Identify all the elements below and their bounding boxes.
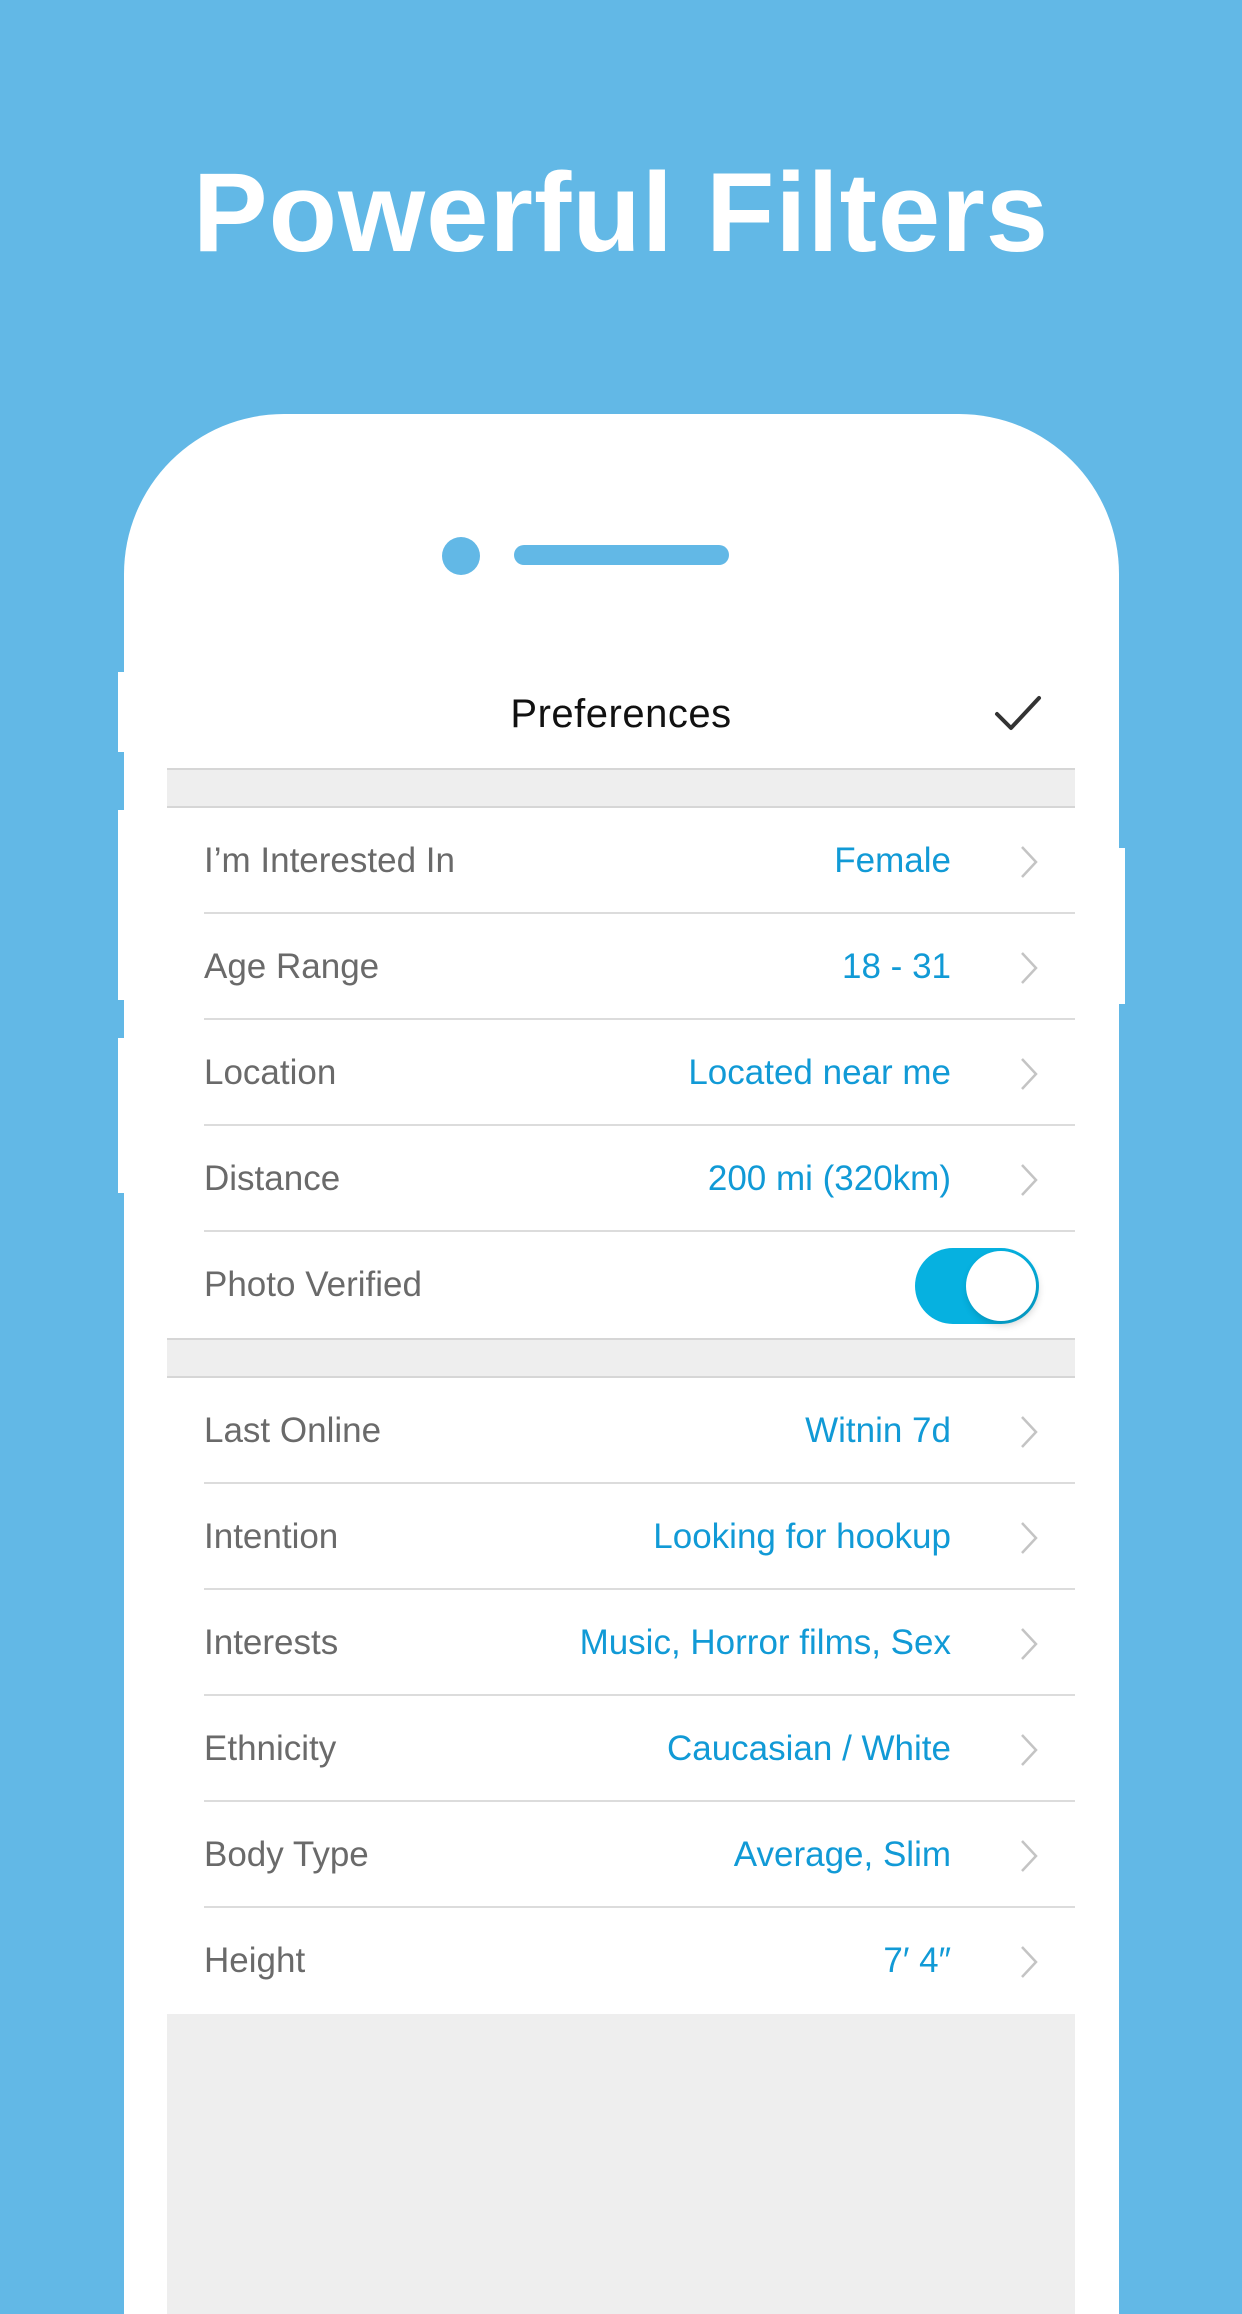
row-label: Location	[204, 1053, 337, 1092]
phone-camera	[442, 537, 480, 575]
row-value: Looking for hookup	[653, 1517, 951, 1556]
row-value: Located near me	[688, 1053, 951, 1092]
filters-section-1: I’m Interested In Female Age Range 18 - …	[167, 808, 1075, 1338]
row-value: Music, Horror films, Sex	[579, 1623, 951, 1662]
row-value: Witnin 7d	[805, 1411, 951, 1450]
chevron-right-icon	[1021, 1840, 1038, 1872]
row-label: Body Type	[204, 1835, 369, 1874]
row-height[interactable]: Height 7′ 4″	[167, 1908, 1075, 2014]
row-value: 7′ 4″	[883, 1941, 951, 1980]
chevron-right-icon	[1021, 1522, 1038, 1554]
row-photo-verified: Photo Verified	[167, 1232, 1075, 1338]
headline: Powerful Filters	[192, 150, 1050, 275]
row-label: Height	[204, 1941, 306, 1980]
chevron-right-icon	[1021, 952, 1038, 984]
toggle-knob	[966, 1251, 1036, 1321]
row-age-range[interactable]: Age Range 18 - 31	[167, 914, 1075, 1020]
chevron-right-icon	[1021, 1164, 1038, 1196]
row-value: 200 mi (320km)	[707, 1159, 951, 1198]
page-title: Preferences	[510, 691, 732, 736]
row-location[interactable]: Location Located near me	[167, 1020, 1075, 1126]
row-label: Age Range	[204, 947, 380, 986]
chevron-right-icon	[1021, 1058, 1038, 1090]
row-interests[interactable]: Interests Music, Horror films, Sex	[167, 1590, 1075, 1696]
row-label: Distance	[204, 1159, 341, 1198]
section-separator	[167, 768, 1075, 808]
row-intention[interactable]: Intention Looking for hookup	[167, 1484, 1075, 1590]
row-label: Last Online	[204, 1411, 382, 1450]
filters-section-2: Last Online Witnin 7d Intention Looking …	[167, 1378, 1075, 2014]
row-interested-in[interactable]: I’m Interested In Female	[167, 808, 1075, 914]
row-label: Intention	[204, 1517, 339, 1556]
checkmark-icon	[995, 696, 1041, 730]
row-label: Photo Verified	[204, 1265, 422, 1304]
chevron-right-icon	[1021, 1734, 1038, 1766]
row-label: I’m Interested In	[204, 841, 455, 880]
row-label: Ethnicity	[204, 1729, 337, 1768]
row-value: Female	[834, 841, 951, 880]
chevron-right-icon	[1021, 1628, 1038, 1660]
row-distance[interactable]: Distance 200 mi (320km)	[167, 1126, 1075, 1232]
preferences-screen: Preferences I’m Interested In Female Age…	[167, 660, 1075, 2314]
navigation-bar: Preferences	[167, 660, 1075, 768]
done-button[interactable]	[993, 692, 1043, 736]
photo-verified-toggle[interactable]	[915, 1248, 1039, 1324]
row-body-type[interactable]: Body Type Average, Slim	[167, 1802, 1075, 1908]
table-footer	[167, 2014, 1075, 2314]
chevron-right-icon	[1021, 846, 1038, 878]
phone-speaker	[514, 545, 729, 565]
row-label: Interests	[204, 1623, 339, 1662]
row-value: 18 - 31	[842, 947, 951, 986]
chevron-right-icon	[1021, 1416, 1038, 1448]
row-value: Average, Slim	[733, 1835, 951, 1874]
row-last-online[interactable]: Last Online Witnin 7d	[167, 1378, 1075, 1484]
section-separator	[167, 1338, 1075, 1378]
chevron-right-icon	[1021, 1946, 1038, 1978]
row-value: Caucasian / White	[666, 1729, 951, 1768]
row-ethnicity[interactable]: Ethnicity Caucasian / White	[167, 1696, 1075, 1802]
